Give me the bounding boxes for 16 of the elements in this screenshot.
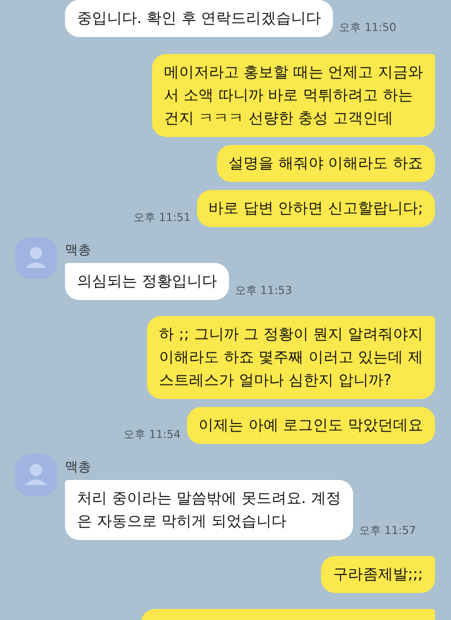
sender-name: 맥총 <box>65 242 92 259</box>
message-bubble: 구라좀제발;;; <box>320 556 435 593</box>
message-bubble: 하 ;; 그니까 그 정황이 뭔지 알려줘야지 이해라도 하죠 몇주째 이러고 있는데 제 스트레스가 얼마나 심한지 압니까? <box>147 316 435 399</box>
message-bubble: 설명을 해줘야 이해라도 하죠 <box>216 145 435 182</box>
message-time: 오후 11:53 <box>234 283 292 298</box>
message-time: 오후 11:54 <box>123 427 181 442</box>
message-time: 오후 11:50 <box>339 20 396 35</box>
sender-name: 맥총 <box>65 459 92 476</box>
message-bubble: 바로 답변 안하면 신고할랍니다; <box>196 190 435 227</box>
message-time: 오후 11:57 <box>358 523 416 538</box>
message-bubble: 메이저라고 홍보할 때는 언제고 지금와 서 소액 따니까 바로 먹튀하려고 하는 건지 ㅋㅋㅋ 선량한 충성 고객인데 <box>152 54 435 137</box>
message-bubble: 의심되는 정황입니다 <box>65 263 229 300</box>
message-bubble: 중입니다. 확인 후 연락드리겠습니다 <box>65 0 334 37</box>
message-time: 오후 11:51 <box>133 210 191 225</box>
message-bubble: 처리 중이라는 말씀밖에 못드려요. 계정 은 자동으로 막히게 되었습니다 <box>65 480 353 540</box>
message-bubble: 이제는 아예 로그인도 막았던데요 <box>186 407 435 444</box>
